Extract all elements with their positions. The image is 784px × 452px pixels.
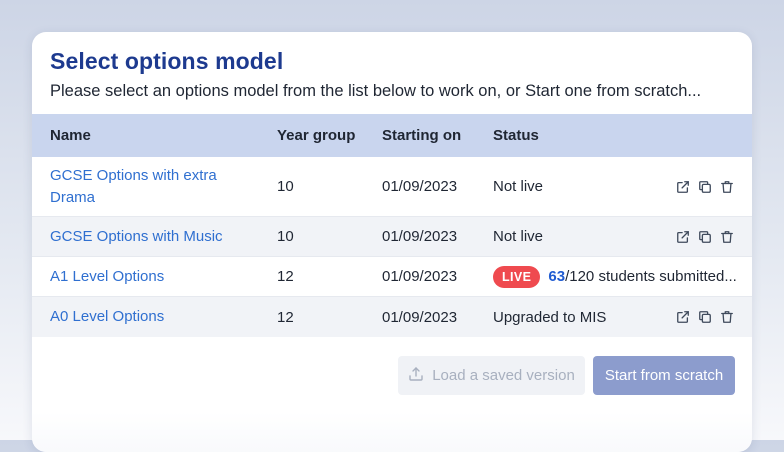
modal-bottom-fade [32,412,752,452]
options-model-modal: Select options model Please select an op… [32,32,752,452]
starting-on: 01/09/2023 [382,178,458,195]
copy-icon[interactable] [698,180,712,194]
table-row: GCSE Options with Music 10 01/09/2023 No… [32,217,752,257]
trash-icon[interactable] [720,180,734,194]
submitted-count: 63 [548,268,566,285]
external-link-icon[interactable] [676,230,690,244]
external-link-icon[interactable] [676,310,690,324]
year-group: 10 [277,228,294,245]
model-name-link[interactable]: GCSE Options with extra Drama [50,165,240,209]
header-name: Name [50,127,91,144]
starting-on: 01/09/2023 [382,308,458,326]
options-table: Name Year group Starting on Status GCSE … [32,114,752,337]
row-actions [676,310,734,324]
table-row: A0 Level Options 12 01/09/2023 Upgraded … [32,297,752,337]
status: Not live [493,178,544,195]
header-year-group: Year group [277,127,356,144]
trash-icon[interactable] [720,230,734,244]
trash-icon[interactable] [720,310,734,324]
start-from-scratch-button[interactable]: Start from scratch [593,356,735,395]
live-badge: LIVE [493,265,541,288]
starting-on: 01/09/2023 [382,228,458,245]
live-status: LIVE 63 /120 students submitted... [493,265,737,288]
model-name-link[interactable]: A1 Level Options [50,266,270,288]
table-row: A1 Level Options 12 01/09/2023 LIVE 63 /… [32,257,752,297]
model-name-link[interactable]: A0 Level Options [50,306,270,328]
modal-footer: Load a saved version Start from scratch [32,356,752,396]
modal-title: Select options model [50,48,284,74]
starting-on: 01/09/2023 [382,268,458,285]
copy-icon[interactable] [698,230,712,244]
header-starting-on: Starting on [382,127,462,144]
status: Upgraded to MIS [493,308,607,326]
table-row: GCSE Options with extra Drama 10 01/09/2… [32,157,752,217]
model-name-link[interactable]: GCSE Options with Music [50,226,270,248]
submitted-suffix: /120 students submitted... [565,268,737,285]
external-link-icon[interactable] [676,180,690,194]
year-group: 12 [277,268,294,285]
year-group: 10 [277,178,294,195]
modal-subtitle: Please select an options model from the … [50,82,702,100]
load-saved-version-button[interactable]: Load a saved version [398,356,585,395]
year-group: 12 [277,308,294,326]
status: Not live [493,228,544,245]
row-actions [676,230,734,244]
header-status: Status [493,127,539,144]
row-actions [676,180,734,194]
table-header: Name Year group Starting on Status [32,114,752,157]
upload-icon [408,366,424,386]
load-saved-version-label: Load a saved version [432,367,575,384]
copy-icon[interactable] [698,310,712,324]
